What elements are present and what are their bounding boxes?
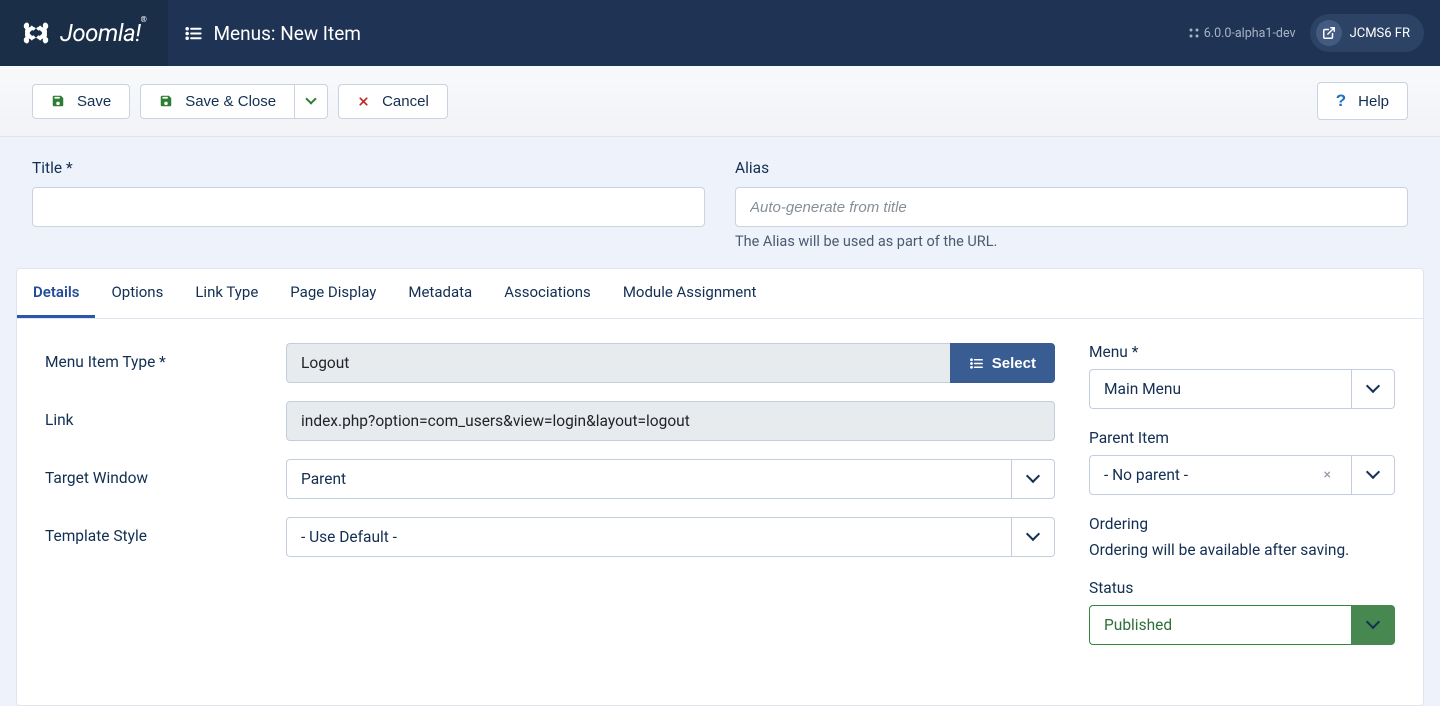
- save-icon: [51, 94, 65, 108]
- joomla-small-icon: [1188, 27, 1200, 39]
- tab-options[interactable]: Options: [95, 269, 179, 318]
- parent-item-select[interactable]: - No parent - ×: [1089, 455, 1395, 495]
- template-style-select[interactable]: - Use Default -: [286, 517, 1055, 557]
- clear-icon[interactable]: ×: [1318, 467, 1337, 483]
- logo-area[interactable]: Joomla!®: [0, 0, 168, 66]
- template-value: - Use Default -: [286, 517, 1011, 557]
- tabs: Details Options Link Type Page Display M…: [17, 269, 1423, 319]
- chevron-down-icon: [1351, 369, 1395, 409]
- status-value: Published: [1089, 605, 1351, 645]
- select-label: Select: [992, 355, 1036, 372]
- tab-link-type[interactable]: Link Type: [179, 269, 274, 318]
- cancel-label: Cancel: [382, 93, 429, 110]
- chevron-down-icon: [305, 93, 316, 104]
- tab-module-assignment[interactable]: Module Assignment: [607, 269, 773, 318]
- menu-select[interactable]: Main Menu: [1089, 369, 1395, 409]
- page-title-bar: Menus: New Item 6.0.0-alpha1-dev JCMS6 F…: [168, 0, 1440, 66]
- menu-label: Menu *: [1089, 343, 1395, 361]
- ordering-label: Ordering: [1089, 515, 1395, 533]
- menu-value: Main Menu: [1089, 369, 1351, 409]
- alias-input[interactable]: [735, 187, 1408, 227]
- save-close-group: Save & Close: [140, 84, 328, 119]
- save-close-dropdown[interactable]: [294, 84, 328, 119]
- tab-associations[interactable]: Associations: [488, 269, 607, 318]
- status-label: Status: [1089, 579, 1395, 597]
- chevron-down-icon: [1351, 605, 1395, 645]
- target-window-label: Target Window: [45, 459, 280, 487]
- joomla-logo-icon: [22, 19, 50, 47]
- menu-item-type-value: Logout: [286, 343, 950, 383]
- chevron-down-icon: [1011, 459, 1055, 499]
- save-close-button[interactable]: Save & Close: [140, 84, 294, 119]
- chevron-down-icon: [1351, 455, 1395, 495]
- save-label: Save: [77, 93, 111, 110]
- select-type-button[interactable]: Select: [950, 343, 1055, 383]
- save-button[interactable]: Save: [32, 84, 130, 119]
- menu-item-type-label: Menu Item Type *: [45, 343, 280, 371]
- save-icon: [159, 94, 173, 108]
- header-bar: Joomla!® Menus: New Item 6.0.0-alpha1-de…: [0, 0, 1440, 66]
- link-value: index.php?option=com_users&view=login&la…: [286, 401, 1055, 441]
- template-style-label: Template Style: [45, 517, 280, 545]
- site-link-chip[interactable]: JCMS6 FR: [1310, 14, 1424, 52]
- alias-label: Alias: [735, 159, 1408, 177]
- target-window-select[interactable]: Parent: [286, 459, 1055, 499]
- parent-item-label: Parent Item: [1089, 429, 1395, 447]
- target-value: Parent: [286, 459, 1011, 499]
- logo-text: Joomla!®: [60, 19, 146, 47]
- help-icon: ?: [1336, 91, 1346, 111]
- list-icon: [184, 24, 203, 43]
- title-input[interactable]: [32, 187, 705, 227]
- help-label: Help: [1358, 93, 1389, 110]
- save-close-label: Save & Close: [185, 93, 276, 110]
- help-button[interactable]: ? Help: [1317, 82, 1408, 120]
- version-badge[interactable]: 6.0.0-alpha1-dev: [1188, 26, 1296, 41]
- status-select[interactable]: Published: [1089, 605, 1395, 645]
- cancel-button[interactable]: Cancel: [338, 84, 448, 119]
- tab-details[interactable]: Details: [17, 269, 95, 318]
- site-name: JCMS6 FR: [1350, 26, 1410, 41]
- close-icon: [357, 95, 370, 108]
- page-title: Menus: New Item: [184, 22, 361, 45]
- alias-help: The Alias will be used as part of the UR…: [735, 233, 1408, 250]
- chevron-down-icon: [1011, 517, 1055, 557]
- parent-value: - No parent - ×: [1089, 455, 1351, 495]
- content-area: Title * Alias The Alias will be used as …: [0, 137, 1440, 706]
- ordering-text: Ordering will be available after saving.: [1089, 541, 1395, 559]
- title-label: Title *: [32, 159, 705, 177]
- toolbar: Save Save & Close Cancel ? Help: [0, 66, 1440, 137]
- list-icon: [969, 356, 984, 371]
- tab-metadata[interactable]: Metadata: [392, 269, 488, 318]
- external-link-icon: [1316, 20, 1342, 46]
- link-label: Link: [45, 401, 280, 429]
- tab-page-display[interactable]: Page Display: [274, 269, 392, 318]
